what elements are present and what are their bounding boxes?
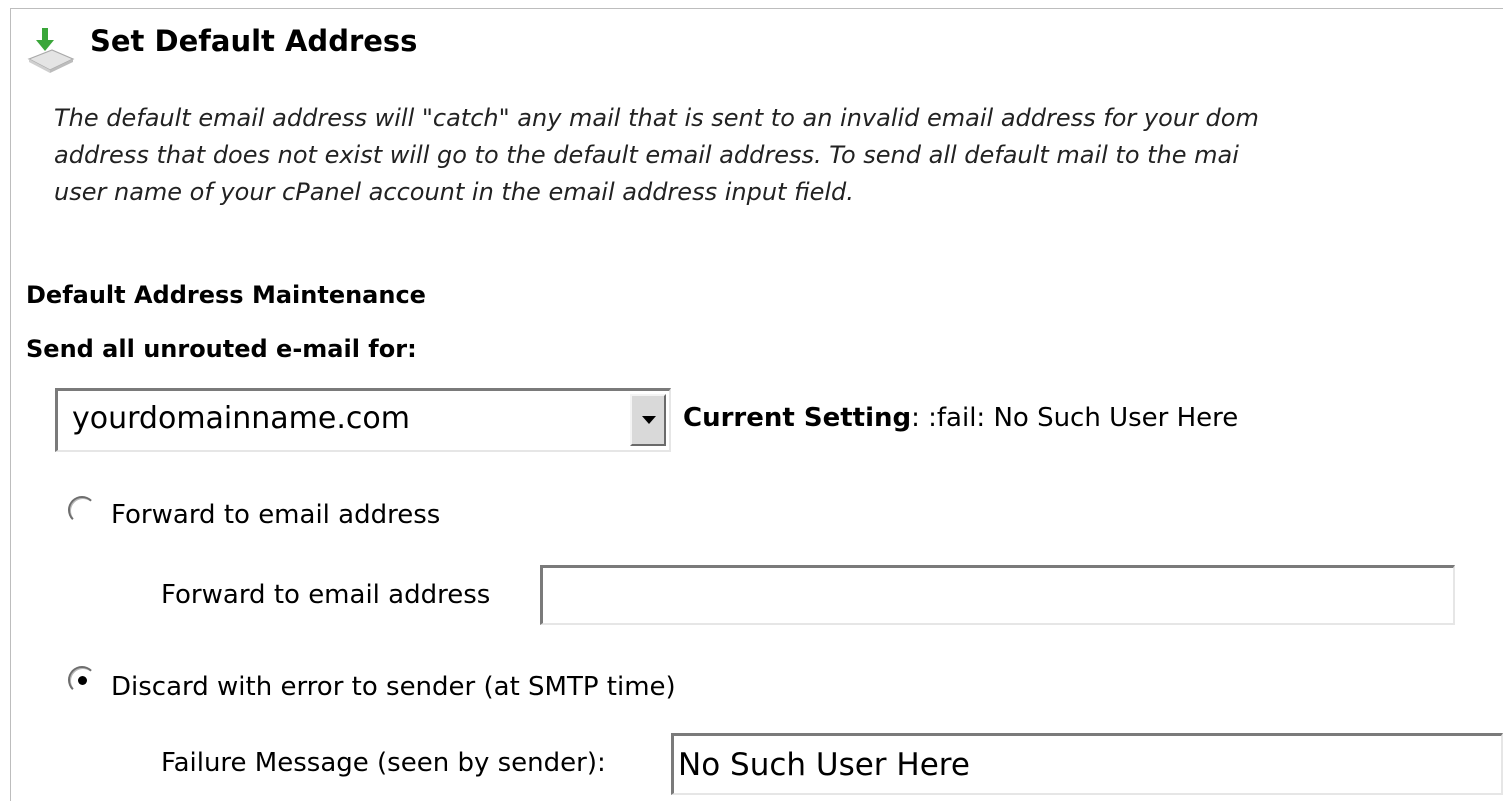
current-setting-label: Current Setting	[683, 403, 912, 433]
discard-radio-label[interactable]: Discard with error to sender (at SMTP ti…	[111, 672, 676, 702]
forward-email-input[interactable]	[540, 565, 1455, 625]
current-setting-value: : :fail: No Such User Here	[911, 403, 1239, 433]
description-line: user name of your cPanel account in the …	[54, 178, 854, 206]
chevron-down-icon[interactable]	[630, 394, 666, 446]
current-setting: Current Setting: :fail: No Such User Her…	[683, 403, 1238, 433]
page-title: Set Default Address	[90, 24, 418, 58]
domain-select-value: yourdomainname.com	[72, 401, 410, 436]
forward-field-label: Forward to email address	[161, 580, 491, 610]
forward-radio[interactable]	[68, 496, 96, 524]
failure-message-input[interactable]	[671, 733, 1503, 795]
description-line: address that does not exist will go to t…	[54, 141, 1239, 169]
send-unrouted-label: Send all unrouted e-mail for:	[26, 335, 417, 363]
forward-radio-label[interactable]: Forward to email address	[111, 500, 440, 530]
domain-select[interactable]: yourdomainname.com	[55, 388, 671, 452]
page-description: The default email address will "catch" a…	[54, 100, 1503, 211]
discard-radio[interactable]	[68, 666, 96, 694]
failure-message-label: Failure Message (seen by sender):	[161, 748, 606, 778]
description-line: The default email address will "catch" a…	[54, 104, 1259, 132]
download-arrow-icon	[27, 28, 75, 73]
section-heading: Default Address Maintenance	[26, 281, 426, 309]
